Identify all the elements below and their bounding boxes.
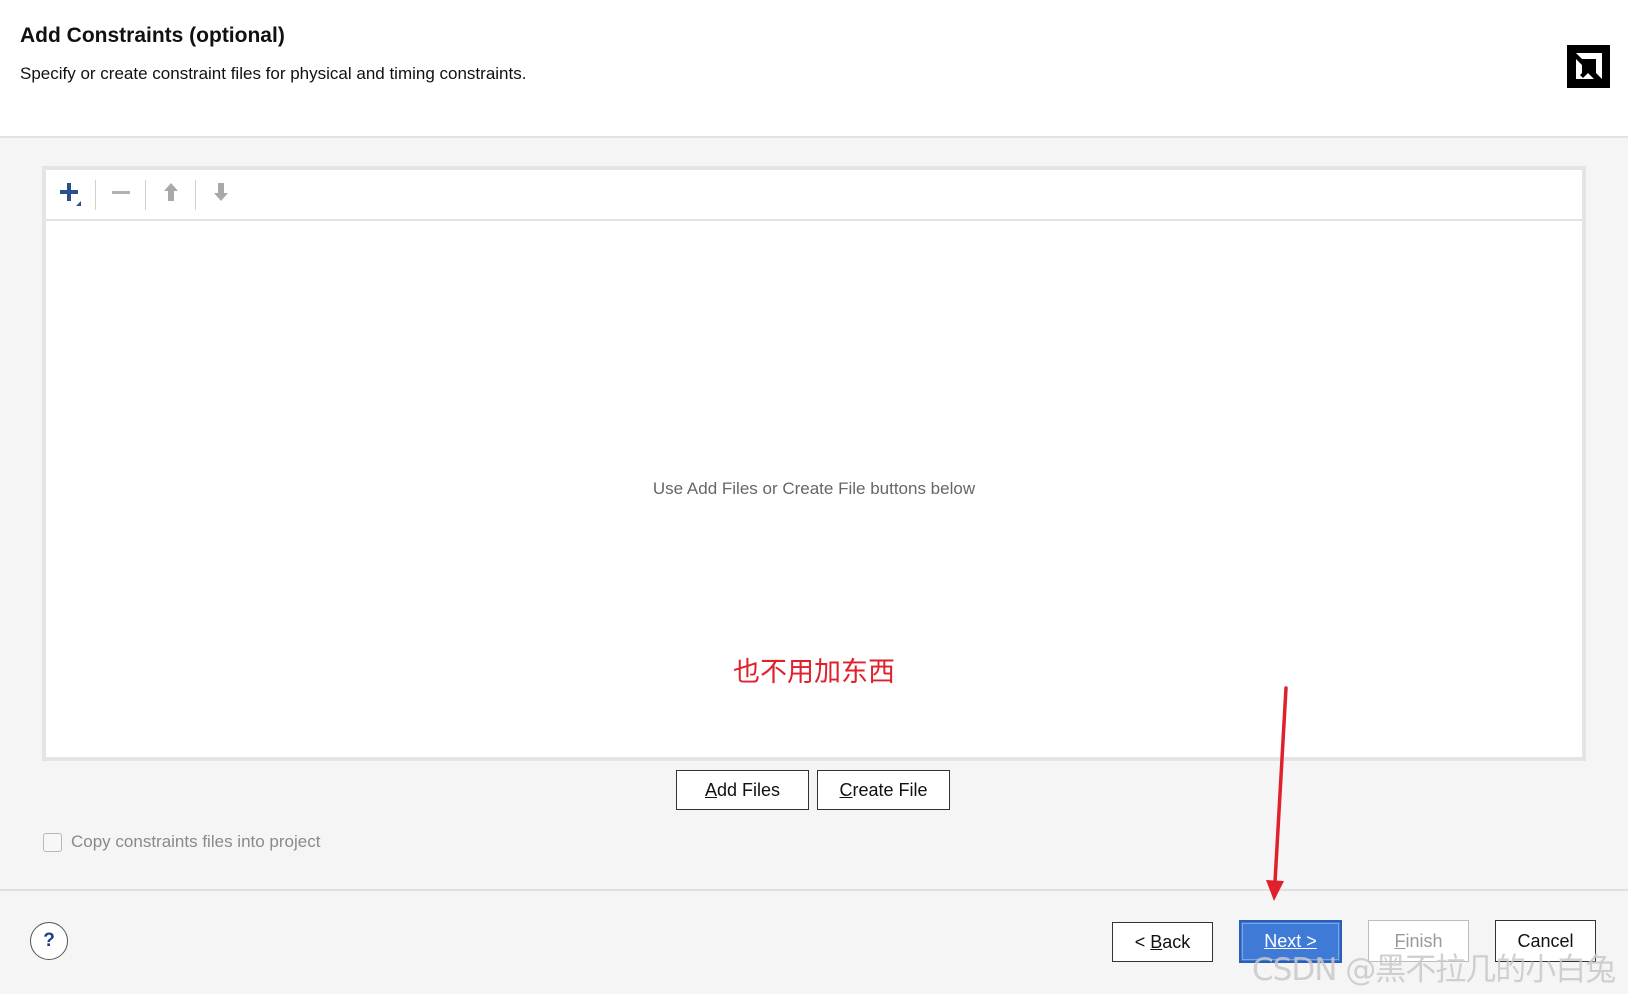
help-icon: ? (43, 930, 55, 951)
move-down-toolbar-button[interactable] (204, 178, 238, 210)
add-files-mnemonic: A (704, 779, 717, 800)
watermark: CSDN @黑不拉几的小白兔 (1252, 952, 1616, 988)
toolbar-separator (145, 180, 146, 210)
create-file-label: reate File (852, 779, 928, 800)
add-files-label: dd Files (716, 779, 781, 800)
create-file-button[interactable]: Create File (817, 770, 950, 810)
copy-constraints-label: Copy constraints files into project (71, 832, 321, 851)
toolbar-separator (195, 180, 196, 210)
create-file-mnemonic: C (839, 779, 853, 800)
copy-constraints-checkbox[interactable] (43, 832, 62, 852)
page-title: Add Constraints (optional) (20, 24, 285, 47)
page-subtitle: Specify or create constraint files for p… (20, 64, 527, 83)
wizard-header: Add Constraints (optional) Specify or cr… (0, 0, 1628, 138)
back-button[interactable]: < Back (1112, 922, 1213, 962)
copy-constraints-option[interactable]: Copy constraints files into project (43, 830, 320, 854)
file-list-toolbar (46, 170, 1582, 221)
back-label-prefix: < (1134, 931, 1151, 952)
arrow-down-icon (206, 177, 236, 212)
remove-file-toolbar-button[interactable] (104, 178, 138, 210)
amd-logo-icon (1567, 45, 1610, 88)
minus-icon (106, 177, 136, 212)
add-file-toolbar-button[interactable] (54, 178, 88, 210)
plus-icon (56, 177, 86, 212)
add-files-button[interactable]: Add Files (676, 770, 809, 810)
arrow-up-icon (156, 177, 186, 212)
toolbar-separator (95, 180, 96, 210)
annotation-note: 也不用加东西 (733, 657, 895, 688)
constraint-file-list[interactable]: Use Add Files or Create File buttons bel… (42, 166, 1586, 761)
empty-list-message: Use Add Files or Create File buttons bel… (652, 479, 976, 498)
move-up-toolbar-button[interactable] (154, 178, 188, 210)
help-button[interactable]: ? (30, 922, 68, 960)
back-mnemonic: B (1150, 931, 1163, 952)
back-label: ack (1162, 931, 1191, 952)
footer-divider (0, 889, 1628, 891)
